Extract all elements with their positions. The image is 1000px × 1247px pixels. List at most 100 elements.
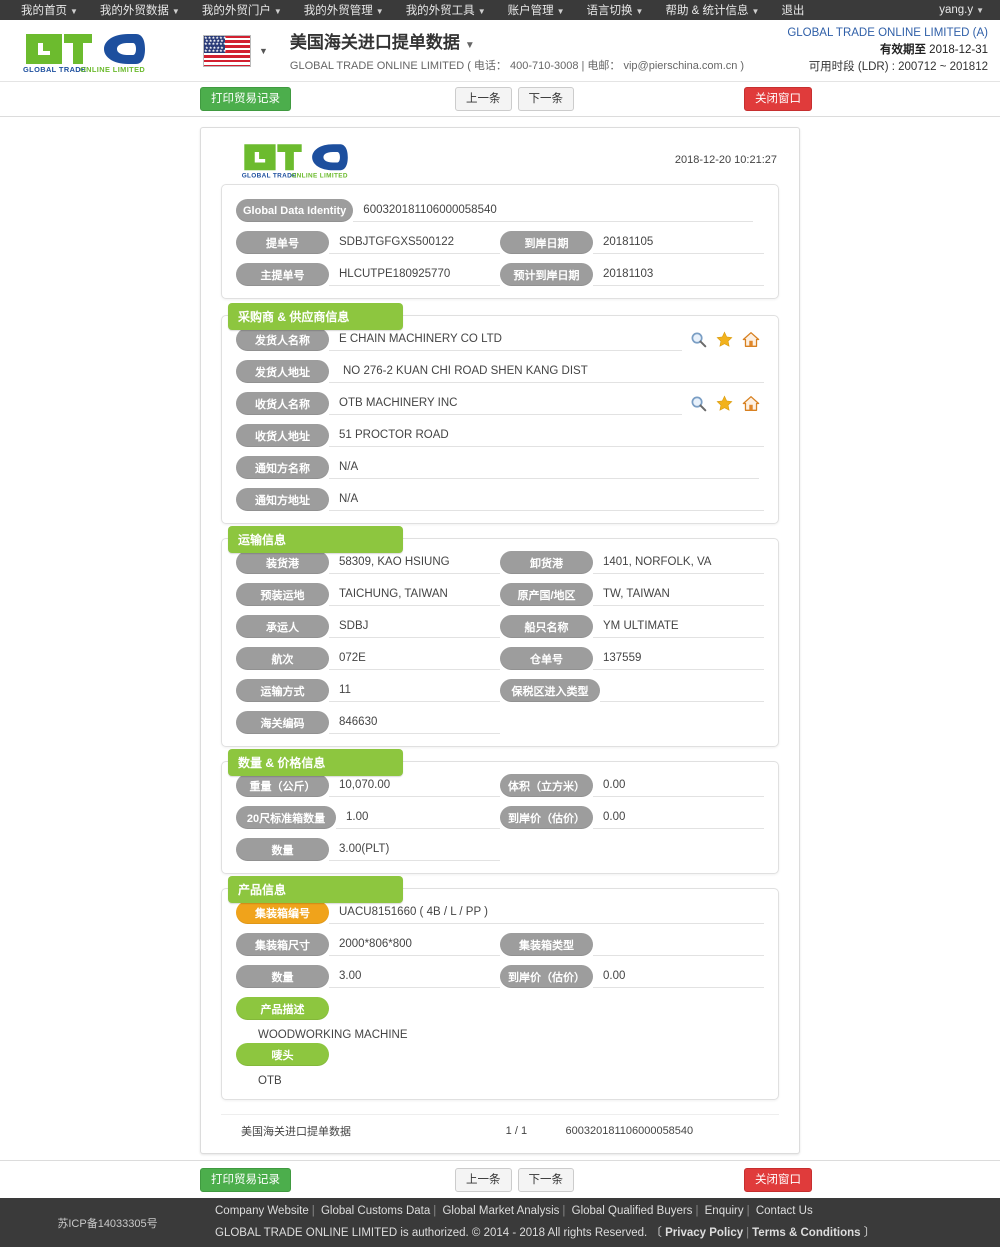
field-label-carrier: 承运人 [236,615,329,638]
chevron-down-icon: ▼ [635,7,644,16]
field-value-port-of-loading: 58309, KAO HSIUNG [329,556,500,574]
field-value-quantity: 3.00(PLT) [329,843,500,861]
prev-record-button[interactable]: 上一条 [455,87,512,111]
country-flag-selector[interactable]: ★★★★★★ ★★★★★ ★★★★★★ ★★★★★ ★★★★★★ ▼ [203,34,268,67]
nav-item-2[interactable]: 我的外贸门户 ▼ [191,2,293,18]
prev-record-button-bottom[interactable]: 上一条 [455,1167,512,1192]
home-icon[interactable] [742,331,760,348]
chevron-down-icon[interactable]: ▼ [465,40,475,51]
field-label-notify-address: 通知方地址 [236,488,329,511]
star-icon[interactable] [716,395,733,412]
footer-link-global-customs-data[interactable]: Global Customs Data [321,1205,430,1217]
nav-item-5[interactable]: 账户管理 ▼ [497,2,576,18]
product-marks-row: 唛头 [236,1043,764,1066]
page-footer: 苏ICP备14033305号 Company Website | Global C… [0,1198,1000,1247]
field-value-teu-count: 1.00 [336,811,500,829]
field-value-place-of-receipt: TAICHUNG, TAIWAN [329,588,500,606]
identity-panel: Global Data Identity 6003201811060000585… [221,184,779,299]
user-name: yang.y [939,4,974,16]
nav-item-label: 语言切换 [586,5,633,17]
quantity-panel: 数量 & 价格信息 重量（公斤） 10,070.00 体积（立方米） 0.00 20… [221,749,779,874]
search-icon[interactable] [690,395,707,412]
chevron-down-icon: ▼ [259,45,268,56]
quantity-panel-title: 数量 & 价格信息 [228,749,403,776]
field-label-manifest-no: 仓单号 [500,647,593,670]
footer-link-terms[interactable]: Terms & Conditions [752,1227,860,1239]
account-validity: 有效期至 2018-12-31 [787,42,988,59]
field-value-vessel-name: YM ULTIMATE [593,620,764,638]
validity-value: 2018-12-31 [929,44,988,56]
field-label-product-quantity: 数量 [236,965,329,988]
transport-row-1: 预装运地 TAICHUNG, TAIWAN 原产国/地区 TW, TAIWAN [236,583,764,606]
transport-row-0: 装货港 58309, KAO HSIUNG 卸货港 1401, NORFOLK, V… [236,551,764,574]
field-value-carrier: SDBJ [329,620,500,638]
star-icon[interactable] [716,331,733,348]
nav-item-3[interactable]: 我的外贸管理 ▼ [293,2,395,18]
print-record-button-bottom[interactable]: 打印贸易记录 [200,1167,291,1192]
quantity-row-2: 数量 3.00(PLT) [236,838,764,861]
identity-row-0: Global Data Identity 6003201811060000585… [236,199,764,222]
field-value-country-of-origin: TW, TAIWAN [593,588,764,606]
field-label-master-bill-no: 主提单号 [236,263,329,286]
search-icon[interactable] [690,331,707,348]
field-value-ftz-entry-type [600,684,764,702]
field-label-volume-cbm: 体积（立方米） [500,774,593,797]
field-value-shipper-name: E CHAIN MACHINERY CO LTD [329,333,682,351]
supplier-row-1: 发货人地址 NO 276-2 KUAN CHI ROAD SHEN KANG D… [236,360,764,383]
identity-row-2: 主提单号 HLCUTPE180925770 预计到岸日期 20181103 [236,263,764,286]
gto-logo[interactable]: GLOBAL TRADE ONLINE LIMITED [18,28,148,74]
sheet-footer-page: 1 / 1 [505,1125,528,1137]
field-value-port-of-discharge: 1401, NORFOLK, VA [593,556,764,574]
nav-item-7[interactable]: 帮助 & 统计信息 ▼ [654,2,770,18]
transport-row-5: 海关编码 846630 [236,711,764,734]
copyright-text: GLOBAL TRADE ONLINE LIMITED is authorize… [215,1227,662,1239]
nav-item-6[interactable]: 语言切换 ▼ [576,2,655,18]
nav-item-label: 退出 [781,5,805,17]
nav-item-logout[interactable]: 退出 [770,2,815,18]
home-icon[interactable] [742,395,760,412]
field-value-bill-no: SDBJTGFGXS500122 [329,236,500,254]
field-label-container-size: 集装箱尺寸 [236,933,329,956]
product-panel-title: 产品信息 [228,876,403,903]
field-value-marks: OTB [258,1075,282,1087]
supplier-row-0: 发货人名称 E CHAIN MACHINERY CO LTD [236,328,764,351]
field-label-global-data-identity: Global Data Identity [236,199,354,222]
field-label-shipper-address: 发货人地址 [236,360,329,383]
nav-item-4[interactable]: 我的外贸工具 ▼ [395,2,497,18]
field-value-transport-mode: 11 [329,684,500,702]
field-label-voyage: 航次 [236,647,329,670]
field-label-arrival-date: 到岸日期 [500,231,593,254]
user-menu[interactable]: yang.y ▼ [928,4,990,16]
transport-row-2: 承运人 SDBJ 船只名称 YM ULTIMATE [236,615,764,638]
field-value-est-arrival-date: 20181103 [593,268,764,286]
field-value-manifest-no: 137559 [593,652,764,670]
footer-link-enquiry[interactable]: Enquiry [705,1205,744,1217]
close-window-button-bottom[interactable]: 关闭窗口 [744,1167,812,1192]
transport-panel-title: 运输信息 [228,526,403,553]
footer-link-company-website[interactable]: Company Website [215,1205,309,1217]
account-info: GLOBAL TRADE ONLINE LIMITED (A) 有效期至 201… [787,25,988,76]
print-record-button[interactable]: 打印贸易记录 [200,87,291,111]
field-label-hs-code: 海关编码 [236,711,329,734]
field-value-product-description: WOODWORKING MACHINE [258,1029,408,1041]
supplier-row-4: 通知方名称 N/A [236,456,764,479]
footer-link-global-qualified-buyers[interactable]: Global Qualified Buyers [572,1205,693,1217]
nav-item-label: 我的外贸门户 [201,5,271,17]
field-label-cif-value: 到岸价（估价） [500,806,593,829]
nav-item-1[interactable]: 我的外贸数据 ▼ [89,2,191,18]
footer-link-global-market-analysis[interactable]: Global Market Analysis [442,1205,559,1217]
svg-text:GLOBAL TRADE: GLOBAL TRADE [23,65,86,74]
field-label-transport-mode: 运输方式 [236,679,329,702]
close-window-button[interactable]: 关闭窗口 [744,87,812,111]
quantity-row-0: 重量（公斤） 10,070.00 体积（立方米） 0.00 [236,774,764,797]
footer-link-privacy-policy[interactable]: Privacy Policy [665,1227,743,1239]
nav-item-0[interactable]: 我的首页 ▼ [10,2,89,18]
next-record-button-bottom[interactable]: 下一条 [517,1167,574,1192]
field-label-quantity: 数量 [236,838,329,861]
sheet-gto-logo: GLOBAL TRADE ONLINE LIMITED [237,139,349,182]
gto-logo-icon: GLOBAL TRADE ONLINE LIMITED [23,33,145,74]
next-record-button[interactable]: 下一条 [517,87,574,111]
field-label-est-arrival-date: 预计到岸日期 [500,263,593,286]
chevron-down-icon: ▼ [751,7,760,16]
footer-link-contact-us[interactable]: Contact Us [756,1205,813,1217]
